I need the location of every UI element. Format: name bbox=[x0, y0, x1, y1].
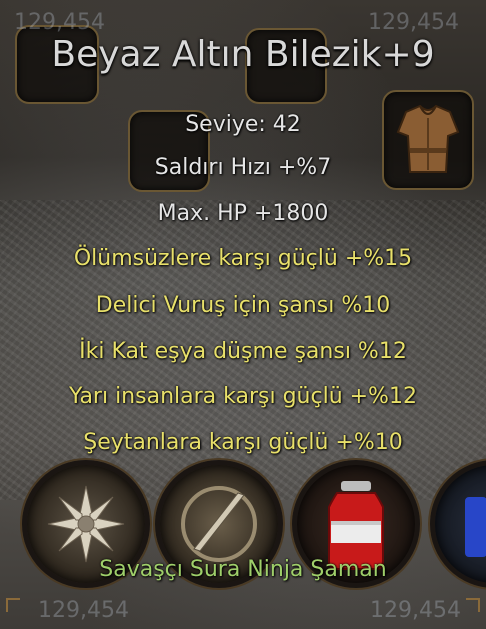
game-scene: 129,454 129,454 129,454 129,454 Beyaz Al… bbox=[0, 0, 486, 629]
ghost-stat-top-left: 129,454 bbox=[14, 10, 105, 35]
item-bonus-undead: Ölümsüzlere karşı güçlü +%15 bbox=[73, 246, 413, 271]
ghost-stat-top-right: 129,454 bbox=[368, 10, 459, 35]
item-bonus-piercing: Delici Vuruş için şansı %10 bbox=[95, 293, 391, 318]
item-title: Beyaz Altın Bilezik+9 bbox=[51, 34, 435, 75]
item-class-restriction: Savaşçı Sura Ninja Şaman bbox=[99, 557, 387, 582]
item-stat-max-hp: Max. HP +1800 bbox=[157, 201, 329, 226]
item-bonus-half-human: Yarı insanlara karşı güçlü +%12 bbox=[69, 384, 417, 409]
blue-potion-icon bbox=[465, 497, 486, 557]
corner-ornament bbox=[466, 598, 480, 612]
ghost-stat-bottom-right: 129,454 bbox=[370, 598, 461, 623]
item-bonus-devil: Şeytanlara karşı güçlü +%10 bbox=[83, 430, 403, 455]
item-stat-attack-speed: Saldırı Hızı +%7 bbox=[154, 155, 332, 180]
ghost-stat-bottom-left: 129,454 bbox=[38, 598, 129, 623]
item-level: Seviye: 42 bbox=[185, 112, 301, 137]
corner-ornament bbox=[6, 598, 20, 612]
item-bonus-double-drop: İki Kat eşya düşme şansı %12 bbox=[79, 339, 407, 364]
